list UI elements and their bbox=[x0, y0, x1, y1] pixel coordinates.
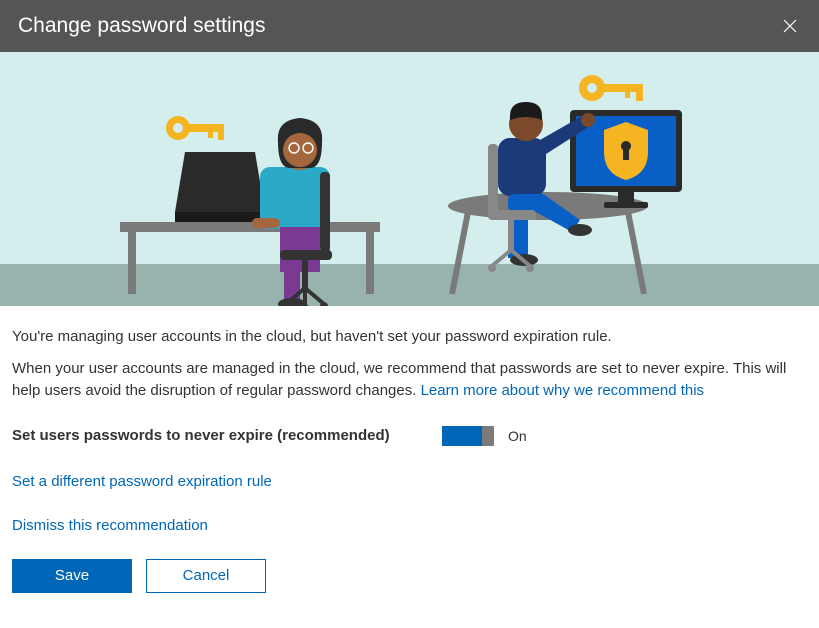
set-different-rule-link[interactable]: Set a different password expiration rule bbox=[12, 471, 807, 493]
shield-icon bbox=[604, 122, 648, 180]
person-left bbox=[252, 118, 332, 306]
illustration bbox=[0, 52, 819, 306]
never-expire-toggle[interactable] bbox=[442, 426, 494, 446]
dialog-body: You're managing user accounts in the clo… bbox=[0, 306, 819, 607]
recommendation-text: When your user accounts are managed in t… bbox=[12, 358, 807, 402]
dialog-title: Change password settings bbox=[18, 14, 265, 38]
save-button[interactable]: Save bbox=[12, 559, 132, 593]
toggle-state-label: On bbox=[508, 426, 527, 446]
learn-more-link[interactable]: Learn more about why we recommend this bbox=[421, 382, 704, 399]
cancel-button[interactable]: Cancel bbox=[146, 559, 266, 593]
close-button[interactable] bbox=[779, 15, 801, 37]
setting-label: Set users passwords to never expire (rec… bbox=[12, 425, 442, 447]
button-row: Save Cancel bbox=[12, 559, 807, 593]
dismiss-recommendation-link[interactable]: Dismiss this recommendation bbox=[12, 515, 807, 537]
desk-left bbox=[120, 152, 380, 294]
never-expire-setting: Set users passwords to never expire (rec… bbox=[12, 425, 807, 447]
close-icon bbox=[782, 18, 798, 34]
dialog-header: Change password settings bbox=[0, 0, 819, 52]
intro-text: You're managing user accounts in the clo… bbox=[12, 326, 807, 348]
key-icon bbox=[166, 116, 224, 140]
key-icon bbox=[579, 75, 643, 101]
